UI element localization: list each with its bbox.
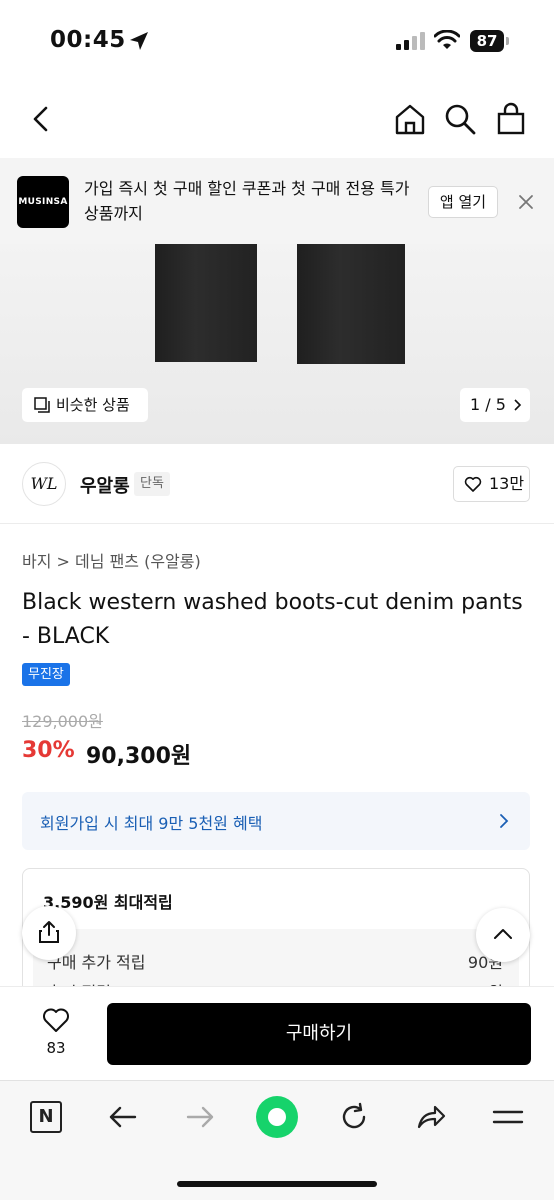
wifi-icon (434, 30, 460, 49)
browser-toolbar: N (0, 1080, 554, 1200)
member-benefit-text: 회원가입 시 최대 9만 5천원 혜택 (40, 814, 263, 833)
store-badge: 무진장 (22, 663, 70, 686)
product-photo-right-leg (297, 244, 405, 364)
wishlist-button[interactable]: 83 (30, 1003, 82, 1063)
home-icon[interactable] (393, 102, 427, 136)
search-icon[interactable] (443, 102, 477, 136)
similar-products-button[interactable]: 비슷한 상품 (22, 388, 148, 422)
product-title: Black western washed boots-cut denim pan… (22, 590, 523, 649)
share-icon[interactable] (415, 1101, 447, 1133)
cellular-signal-icon (396, 32, 425, 50)
app-install-banner: MUSINSA 가입 즉시 첫 구매 할인 쿠폰과 첫 구매 전용 특가 상품까… (0, 158, 554, 244)
breadcrumb-separator: > (56, 552, 76, 571)
status-time: 00:45 (50, 27, 126, 53)
brand-like-count: 13만 (489, 474, 525, 493)
green-home-dot (268, 1108, 286, 1126)
member-benefit-banner[interactable]: 회원가입 시 최대 9만 5천원 혜택 (22, 792, 530, 850)
forward-arrow-icon[interactable] (184, 1101, 216, 1133)
image-pager[interactable]: 1 / 5 (460, 388, 530, 422)
buy-button[interactable]: 구매하기 (107, 1003, 531, 1065)
similar-icon (34, 397, 50, 413)
menu-icon[interactable] (492, 1101, 524, 1133)
breadcrumb: 바지 > 데님 팬츠 (우알롱) (22, 548, 201, 572)
green-home-icon[interactable] (256, 1096, 298, 1138)
share-icon (39, 921, 59, 943)
app-header (0, 82, 554, 158)
exclusive-tag: 단독 (134, 472, 170, 496)
chevron-right-icon (514, 399, 522, 411)
chevron-right-icon (500, 814, 509, 828)
breadcrumb-item[interactable]: 바지 (22, 552, 51, 571)
back-icon[interactable] (24, 102, 58, 136)
similar-products-label: 비슷한 상품 (56, 396, 130, 414)
open-app-button[interactable]: 앱 열기 (428, 186, 498, 218)
refresh-icon[interactable] (338, 1101, 370, 1133)
battery-tip (506, 37, 509, 45)
n-icon[interactable]: N (30, 1101, 62, 1133)
purchase-bar: 83 구매하기 (0, 986, 554, 1080)
brand-like-button[interactable]: 13만 (453, 466, 530, 502)
musinsa-logo: MUSINSA (17, 176, 69, 228)
product-photo-left-leg (155, 244, 257, 362)
share-button[interactable] (22, 906, 76, 960)
close-icon[interactable] (516, 192, 536, 212)
battery-indicator: 87 (470, 30, 510, 52)
battery-level: 87 (470, 30, 504, 52)
scroll-top-button[interactable] (476, 908, 530, 962)
wishlist-count: 83 (46, 1039, 66, 1057)
brand-logo[interactable]: WL (22, 462, 66, 506)
heart-icon (43, 1008, 69, 1032)
original-price: 129,000원 (22, 712, 103, 731)
brand-row: WL 우알롱 단독 13만 (0, 444, 554, 524)
status-bar: 00:45 87 (0, 0, 554, 82)
home-indicator (177, 1181, 377, 1187)
location-arrow-icon (130, 32, 148, 50)
shopping-bag-icon[interactable] (494, 102, 528, 136)
sale-price: 90,300원 (86, 744, 192, 769)
breadcrumb-item[interactable]: 데님 팬츠 (우알롱) (75, 552, 201, 571)
chevron-up-icon (494, 929, 512, 939)
product-image-gallery[interactable]: 비슷한 상품 1 / 5 (0, 244, 554, 444)
brand-name[interactable]: 우알롱 (80, 472, 130, 498)
discount-rate: 30% (22, 738, 75, 763)
back-arrow-icon[interactable] (107, 1101, 139, 1133)
pager-text: 1 / 5 (470, 395, 506, 414)
banner-text: 가입 즉시 첫 구매 할인 쿠폰과 첫 구매 전용 특가 상품까지 (84, 179, 410, 223)
heart-icon (464, 476, 482, 492)
